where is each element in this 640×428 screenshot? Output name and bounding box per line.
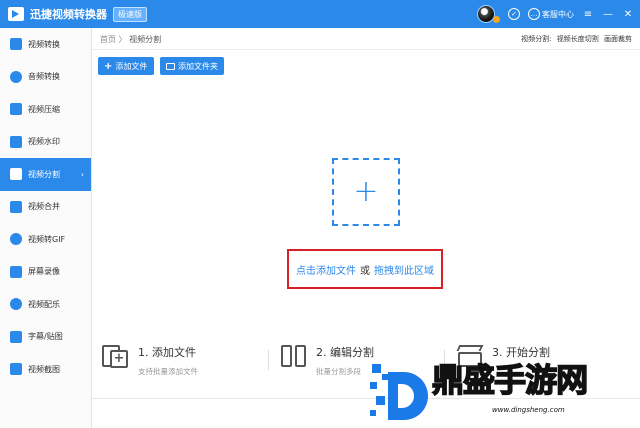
vip-badge-icon <box>493 15 500 23</box>
sidebar-item-label: 视频分割 <box>28 169 60 179</box>
watermark-url: www.dingsheng.com <box>492 406 565 414</box>
watermark-logo-icon <box>370 362 428 420</box>
step-edit-split: 2. 编辑分割 批量分割多段 <box>280 342 374 377</box>
step-title: 2. 编辑分割 <box>316 346 374 359</box>
add-folder-label: 添加文件夹 <box>178 61 218 71</box>
sidebar-item-label: 屏幕录像 <box>28 267 60 277</box>
service-center-button[interactable]: … 客服中心 <box>528 8 574 20</box>
sidebar-item-label: 视频转换 <box>28 39 60 49</box>
menu-icon[interactable]: ≡ <box>582 9 594 20</box>
sidebar-item-video-music[interactable]: 视频配乐 <box>0 288 91 321</box>
sidebar-item-video-merge[interactable]: 视频合并 <box>0 191 91 224</box>
minimize-button[interactable]: — <box>602 9 614 20</box>
sidebar-item-label: 视频水印 <box>28 137 60 147</box>
watermark-char: 游 <box>524 360 558 400</box>
step-subtitle: 支持批量添加文件 <box>138 367 198 376</box>
sidebar-item-video-convert[interactable]: 视频转换 <box>0 28 91 61</box>
sidebar-item-label: 音频转换 <box>28 72 60 82</box>
edition-badge: 极速版 <box>113 6 147 22</box>
add-plus-icon: + <box>353 174 379 209</box>
sidebar-item-label: 视频压缩 <box>28 104 60 114</box>
video-watermark-icon <box>10 135 22 148</box>
drop-zone[interactable]: + <box>332 158 400 226</box>
chat-icon: … <box>528 8 540 20</box>
video-convert-icon <box>10 38 22 51</box>
chevron-right-icon: › <box>80 169 84 179</box>
sidebar-item-video-split[interactable]: 视频分割 › <box>0 158 91 191</box>
video-screenshot-icon <box>10 363 22 376</box>
audio-convert-icon <box>10 70 22 83</box>
plus-icon: + <box>104 60 113 72</box>
divider <box>92 49 640 50</box>
add-file-button[interactable]: + 添加文件 <box>98 57 154 75</box>
folder-icon <box>166 62 175 70</box>
video-gif-icon <box>10 233 22 246</box>
drag-here-text: 拖拽到此区域 <box>374 265 434 277</box>
watermark-text: 鼎盛手游网 <box>431 360 628 400</box>
split-mode-prefix: 视频分割: <box>521 35 552 43</box>
watermark-char: 盛 <box>462 360 496 400</box>
step-add-file: + 1. 添加文件 支持批量添加文件 <box>102 342 198 377</box>
breadcrumb-current: 视频分割 <box>129 35 162 44</box>
sidebar-item-subtitle-sticker[interactable]: 字幕/贴图 <box>0 321 91 354</box>
edit-split-icon <box>280 342 308 370</box>
step-subtitle: 批量分割多段 <box>316 367 361 376</box>
video-merge-icon <box>10 200 22 213</box>
step-divider <box>268 350 269 370</box>
video-split-icon <box>10 168 22 181</box>
watermark-char: 网 <box>555 360 589 400</box>
click-add-file-link[interactable]: 点击添加文件 <box>296 262 356 277</box>
sidebar-item-label: 字幕/贴图 <box>28 332 63 342</box>
video-music-icon <box>10 298 22 311</box>
or-text: 或 <box>360 265 370 277</box>
sidebar-item-video-gif[interactable]: 视频转GIF <box>0 223 91 256</box>
add-file-icon: + <box>102 342 130 370</box>
sidebar-item-screen-record[interactable]: 屏幕录像 <box>0 256 91 289</box>
subtitle-sticker-icon <box>10 330 22 343</box>
watermark: 鼎盛手游网 www.dingsheng.com <box>370 356 632 422</box>
split-mode-tabs: 视频分割: 视频长度切割 画面裁剪 <box>518 34 632 44</box>
breadcrumb-home[interactable]: 首页 <box>100 35 116 44</box>
sidebar-item-video-watermark[interactable]: 视频水印 <box>0 126 91 159</box>
drop-hint: 点击添加文件 或 拖拽到此区域 <box>287 249 443 289</box>
sidebar-item-label: 视频配乐 <box>28 299 60 309</box>
close-button[interactable]: ✕ <box>622 9 634 20</box>
step-title: 1. 添加文件 <box>138 346 196 359</box>
watermark-char: 手 <box>493 360 527 400</box>
sidebar-item-label: 视频转GIF <box>28 234 66 244</box>
app-title: 迅捷视频转换器 <box>30 8 107 21</box>
sidebar-item-label: 视频合并 <box>28 202 60 212</box>
service-center-label: 客服中心 <box>542 9 574 19</box>
breadcrumb: 首页 〉 视频分割 <box>100 34 161 45</box>
sidebar-item-audio-convert[interactable]: 音频转换 <box>0 61 91 94</box>
breadcrumb-separator: 〉 <box>118 35 127 44</box>
sidebar-item-video-screenshot[interactable]: 视频截图 <box>0 353 91 386</box>
sidebar-item-video-compress[interactable]: 视频压缩 <box>0 93 91 126</box>
sidebar: 视频转换 音频转换 视频压缩 视频水印 视频分割 › 视频合并 视频转GIF 屏… <box>0 28 92 428</box>
add-file-label: 添加文件 <box>115 61 148 71</box>
screen-record-icon <box>10 265 22 278</box>
watermark-char: 鼎 <box>431 360 465 400</box>
tab-length-cut[interactable]: 视频长度切割 <box>557 35 599 43</box>
sidebar-item-label: 视频截图 <box>28 364 60 374</box>
add-folder-button[interactable]: 添加文件夹 <box>160 57 224 75</box>
tab-frame-crop[interactable]: 画面裁剪 <box>604 35 632 43</box>
app-logo-icon <box>8 7 24 21</box>
title-bar: 迅捷视频转换器 极速版 ✓ … 客服中心 ≡ — ✕ <box>0 0 640 28</box>
vip-icon[interactable]: ✓ <box>508 8 520 20</box>
video-compress-icon <box>10 103 22 116</box>
